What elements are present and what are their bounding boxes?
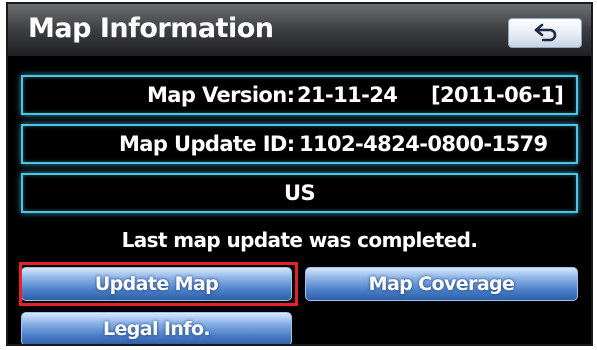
map-version-row: Map Version: 21-11-24 [2011-06-1] xyxy=(21,75,578,115)
region-row: US xyxy=(21,173,578,213)
map-version-date: [2011-06-1] xyxy=(431,83,564,107)
highlight-box xyxy=(19,262,298,306)
page-title: Map Information xyxy=(28,13,274,44)
region-value: US xyxy=(284,181,316,205)
map-coverage-button[interactable]: Map Coverage xyxy=(305,267,578,301)
legal-info-button[interactable]: Legal Info. xyxy=(21,312,292,344)
title-bar: Map Information xyxy=(8,4,591,56)
back-button[interactable] xyxy=(508,18,582,48)
map-update-id-label: Map Update ID: xyxy=(119,132,295,156)
return-arrow-icon xyxy=(534,23,557,42)
map-update-id-value: 1102-4824-0800-1579 xyxy=(299,132,548,156)
map-version-value: 21-11-24 xyxy=(297,83,398,107)
map-update-id-row: Map Update ID: 1102-4824-0800-1579 xyxy=(21,124,578,164)
update-status-message: Last map update was completed. xyxy=(121,228,478,252)
map-information-screen: Map Information Map Version: 21-11-24 [2… xyxy=(6,2,593,346)
map-version-label: Map Version: xyxy=(147,83,295,107)
